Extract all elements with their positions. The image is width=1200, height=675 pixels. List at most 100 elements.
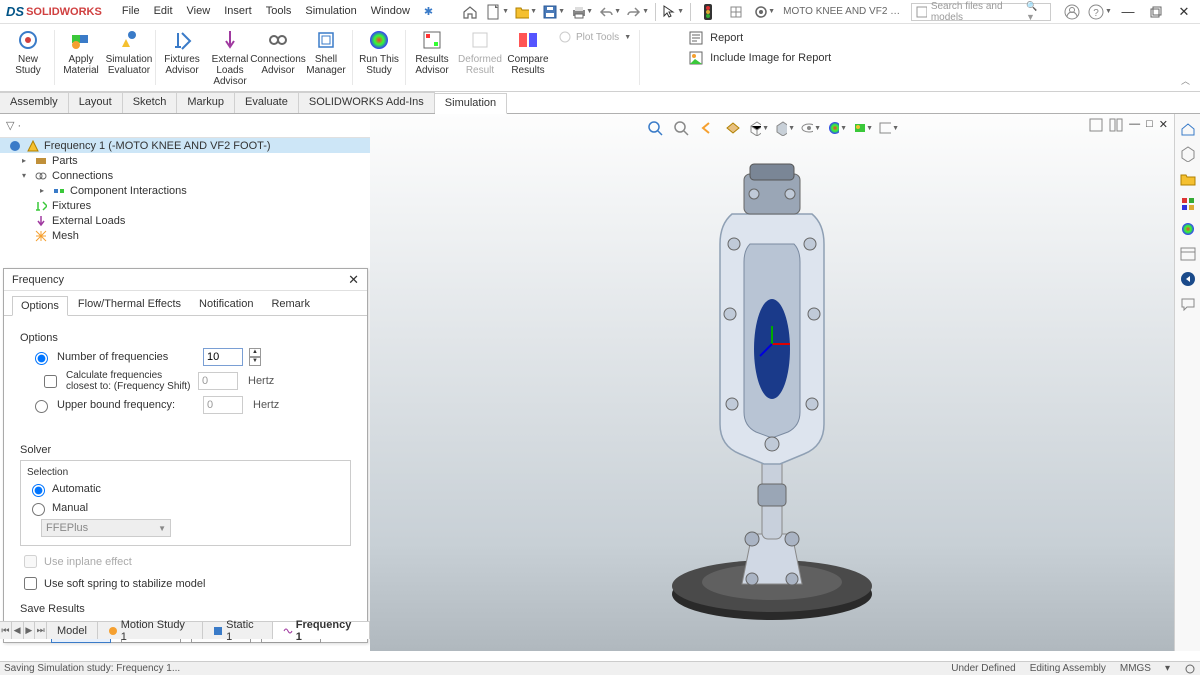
close-button[interactable]: ✕	[1172, 2, 1196, 22]
tab-nav-next[interactable]: ▶	[24, 622, 36, 639]
tab-evaluate[interactable]: Evaluate	[235, 92, 299, 113]
previous-view-icon[interactable]	[697, 118, 717, 138]
upper-bound-input[interactable]	[203, 396, 243, 414]
tree-mesh[interactable]: ▸Mesh	[0, 228, 370, 243]
radio-upper-bound[interactable]	[35, 400, 48, 413]
num-freq-input[interactable]	[203, 348, 243, 366]
ribbon-results-advisor[interactable]: Results Advisor	[408, 26, 456, 89]
search-input[interactable]: Search files and models 🔍 ▼	[911, 3, 1051, 21]
help-icon[interactable]: ?▼	[1088, 2, 1112, 22]
tree-fixtures[interactable]: ▸Fixtures	[0, 198, 370, 213]
menu-insert[interactable]: Insert	[218, 2, 258, 21]
zoom-area-icon[interactable]	[671, 118, 691, 138]
section-view-icon[interactable]	[723, 118, 743, 138]
select-arrow-icon[interactable]: ▼	[662, 2, 684, 22]
ribbon-new-study[interactable]: New Study	[4, 26, 52, 89]
tree-connections[interactable]: ▾Connections	[0, 168, 370, 183]
taskpane-appearances-icon[interactable]	[1177, 243, 1199, 265]
bottom-tab-frequency[interactable]: Frequency 1	[273, 622, 370, 639]
viewport-close-icon[interactable]: ✕	[1159, 118, 1168, 132]
tab-layout[interactable]: Layout	[69, 92, 123, 113]
radio-num-frequencies[interactable]	[35, 352, 48, 365]
viewport-minimize-icon[interactable]: —	[1129, 118, 1140, 132]
menu-file[interactable]: File	[116, 2, 146, 21]
home-icon[interactable]	[459, 2, 481, 22]
taskpane-custom-properties-icon[interactable]	[1177, 268, 1199, 290]
window-snap-icon[interactable]	[1089, 118, 1103, 132]
tab-markup[interactable]: Markup	[177, 92, 235, 113]
ribbon-fixtures-advisor[interactable]: Fixtures Advisor	[158, 26, 206, 89]
dialog-tab-options[interactable]: Options	[12, 296, 68, 316]
undo-icon[interactable]: ▼	[599, 2, 621, 22]
view-settings-icon[interactable]: ▼	[879, 118, 899, 138]
redo-icon[interactable]: ▼	[627, 2, 649, 22]
ribbon-apply-material[interactable]: Apply Material	[57, 26, 105, 89]
tree-component-interactions[interactable]: ▸Component Interactions	[0, 183, 370, 198]
menu-simulation[interactable]: Simulation	[299, 2, 362, 21]
menu-expand-icon[interactable]: ✱	[418, 2, 439, 21]
bottom-tab-static[interactable]: Static 1	[203, 622, 273, 639]
status-gear-icon[interactable]	[1184, 663, 1196, 675]
menu-view[interactable]: View	[181, 2, 217, 21]
dialog-tab-remark[interactable]: Remark	[263, 295, 318, 315]
ribbon-compare-results[interactable]: Compare Results	[504, 26, 552, 89]
hide-show-icon[interactable]: ▼	[801, 118, 821, 138]
edit-appearance-icon[interactable]: ▼	[827, 118, 847, 138]
ribbon-external-loads[interactable]: External Loads Advisor	[206, 26, 254, 89]
maximize-button[interactable]	[1144, 2, 1168, 22]
ribbon-simulation-evaluator[interactable]: Simulation Evaluator	[105, 26, 153, 89]
tab-sketch[interactable]: Sketch	[123, 92, 178, 113]
status-chevron-icon[interactable]: ▾	[1165, 663, 1170, 675]
ribbon-collapse-icon[interactable]: ︿	[1175, 72, 1196, 89]
tree-filter[interactable]: ▽ ·	[0, 114, 370, 138]
user-icon[interactable]	[1060, 2, 1084, 22]
tab-nav-last[interactable]: ⏭	[35, 622, 47, 639]
taskpane-resources-icon[interactable]	[1177, 143, 1199, 165]
solver-select[interactable]: FFEPlus▼	[41, 519, 171, 537]
ribbon-shell-manager[interactable]: Shell Manager	[302, 26, 350, 89]
taskpane-file-explorer-icon[interactable]	[1177, 193, 1199, 215]
ribbon-connections-advisor[interactable]: Connections Advisor	[254, 26, 302, 89]
check-calc-closest[interactable]	[44, 375, 57, 388]
tab-assembly[interactable]: Assembly	[0, 92, 69, 113]
display-style-icon[interactable]: ▼	[775, 118, 795, 138]
status-units[interactable]: MMGS	[1120, 663, 1151, 675]
new-doc-icon[interactable]: ▼	[487, 2, 509, 22]
dialog-close-button[interactable]: ✕	[348, 272, 359, 288]
dialog-tab-notification[interactable]: Notification	[191, 295, 261, 315]
bottom-tab-model[interactable]: Model	[47, 622, 98, 639]
taskpane-view-palette-icon[interactable]	[1177, 218, 1199, 240]
viewport-maximize-icon[interactable]: □	[1146, 118, 1153, 132]
menu-tools[interactable]: Tools	[260, 2, 298, 21]
zoom-fit-icon[interactable]	[645, 118, 665, 138]
open-icon[interactable]: ▼	[515, 2, 537, 22]
tab-nav-first[interactable]: ⏮	[0, 622, 12, 639]
num-freq-spinner[interactable]: ▲▼	[249, 348, 261, 366]
tree-parts[interactable]: ▸Parts	[0, 153, 370, 168]
ribbon-run-study[interactable]: Run This Study	[355, 26, 403, 89]
radio-automatic[interactable]	[32, 484, 45, 497]
tab-addins[interactable]: SOLIDWORKS Add-Ins	[299, 92, 435, 113]
taskpane-forum-icon[interactable]	[1177, 293, 1199, 315]
ribbon-report[interactable]: Report	[688, 30, 831, 46]
tree-external-loads[interactable]: ▸External Loads	[0, 213, 370, 228]
tab-simulation[interactable]: Simulation	[435, 93, 507, 114]
taskpane-home-icon[interactable]	[1177, 118, 1199, 140]
menu-edit[interactable]: Edit	[148, 2, 179, 21]
rebuild-icon[interactable]	[725, 2, 747, 22]
print-icon[interactable]: ▼	[571, 2, 593, 22]
ribbon-include-image[interactable]: Include Image for Report	[688, 50, 831, 66]
traffic-light-icon[interactable]	[697, 2, 719, 22]
apply-scene-icon[interactable]: ▼	[853, 118, 873, 138]
minimize-button[interactable]: —	[1116, 2, 1140, 22]
calc-closest-input[interactable]	[198, 372, 238, 390]
save-icon[interactable]: ▼	[543, 2, 565, 22]
dialog-tab-flow[interactable]: Flow/Thermal Effects	[70, 295, 189, 315]
window-tile-icon[interactable]	[1109, 118, 1123, 132]
check-soft-spring[interactable]	[24, 577, 37, 590]
radio-manual[interactable]	[32, 503, 45, 516]
options-gear-icon[interactable]: ▼	[753, 2, 775, 22]
taskpane-design-library-icon[interactable]	[1177, 168, 1199, 190]
view-orientation-icon[interactable]: ▼	[749, 118, 769, 138]
bottom-tab-motion[interactable]: Motion Study 1	[98, 622, 203, 639]
